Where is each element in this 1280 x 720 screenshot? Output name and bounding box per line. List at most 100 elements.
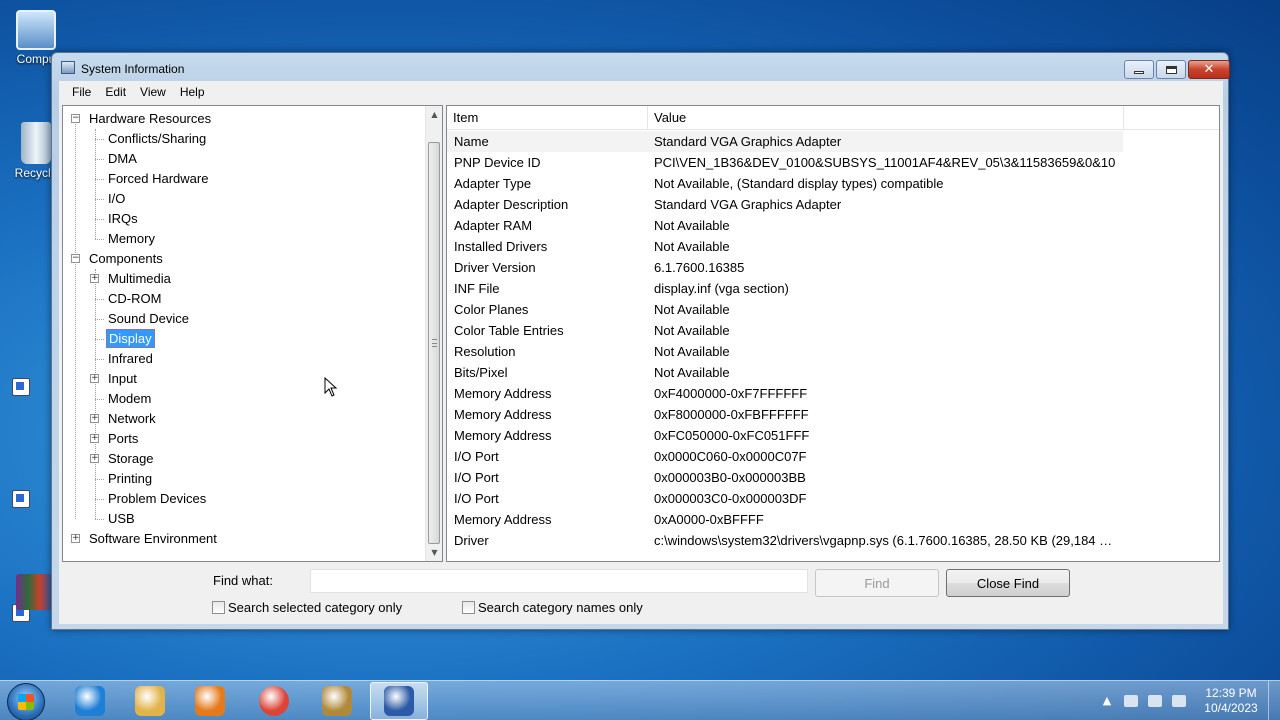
- search-category-names-checkbox[interactable]: Search category names only: [462, 600, 643, 615]
- tree-item[interactable]: Problem Devices: [106, 489, 208, 509]
- column-header-item[interactable]: Item: [447, 106, 648, 130]
- scroll-up-icon[interactable]: ▲: [426, 106, 442, 123]
- tree-item[interactable]: Infrared: [106, 349, 155, 369]
- list-row[interactable]: INF File display.inf (vga section): [447, 278, 1117, 299]
- menu-view[interactable]: View: [133, 85, 173, 99]
- start-button[interactable]: [7, 683, 45, 720]
- tree-item-label: Components: [89, 251, 163, 266]
- item-cell: Driver Version: [454, 260, 536, 275]
- item-cell: Driver: [454, 533, 489, 548]
- search-selected-category-checkbox[interactable]: Search selected category only: [212, 600, 402, 615]
- expand-icon[interactable]: +: [90, 434, 99, 443]
- tree-scrollbar[interactable]: ▲ ▼: [425, 106, 442, 561]
- list-row[interactable]: Adapter Description Standard VGA Graphics…: [447, 194, 1117, 215]
- volume-muted-icon[interactable]: [1172, 695, 1186, 707]
- list-row[interactable]: Adapter Type Not Available, (Standard dis…: [447, 173, 1117, 194]
- maximize-button[interactable]: [1156, 60, 1186, 79]
- tree-item[interactable]: Forced Hardware: [106, 169, 210, 189]
- minimize-button[interactable]: [1124, 60, 1154, 79]
- menu-file[interactable]: File: [65, 85, 98, 99]
- checkbox-label: Search category names only: [478, 600, 643, 615]
- tree-item[interactable]: Storage: [106, 449, 156, 469]
- winrar-icon[interactable]: [16, 574, 52, 610]
- column-header-value[interactable]: Value: [648, 106, 1124, 130]
- value-cell: 0xFC050000-0xFC051FFF: [654, 428, 810, 443]
- tree-item[interactable]: Ports: [106, 429, 140, 449]
- scroll-down-icon[interactable]: ▼: [426, 544, 442, 561]
- list-row[interactable]: Color Table Entries Not Available: [447, 320, 1117, 341]
- list-row[interactable]: I/O Port 0x0000C060-0x0000C07F: [447, 446, 1117, 467]
- expand-icon[interactable]: +: [90, 374, 99, 383]
- list-row[interactable]: Installed Drivers Not Available: [447, 236, 1117, 257]
- tree-item[interactable]: Network: [106, 409, 158, 429]
- close-find-button[interactable]: Close Find: [946, 569, 1070, 597]
- shortcut-icon[interactable]: [12, 490, 30, 508]
- tree-item[interactable]: Input: [106, 369, 139, 389]
- list-row[interactable]: PNP Device ID PCI\VEN_1B36&DEV_0100&SUBSY…: [447, 152, 1117, 173]
- tree-item[interactable]: Software Environment: [87, 529, 219, 549]
- tree-item[interactable]: USB: [106, 509, 137, 529]
- list-row[interactable]: Memory Address 0xA0000-0xBFFFF: [447, 509, 1117, 530]
- menu-help[interactable]: Help: [173, 85, 212, 99]
- list-row[interactable]: I/O Port 0x000003C0-0x000003DF: [447, 488, 1117, 509]
- taskbar-app-internet-explorer[interactable]: [61, 682, 119, 720]
- expand-icon[interactable]: +: [90, 454, 99, 463]
- title-bar[interactable]: System Information ✕: [52, 53, 1230, 81]
- tree-item[interactable]: Hardware Resources: [87, 109, 213, 129]
- tree-item-label: Input: [108, 371, 137, 386]
- list-row[interactable]: I/O Port 0x000003B0-0x000003BB: [447, 467, 1117, 488]
- action-center-icon[interactable]: [1124, 695, 1138, 707]
- tree-item[interactable]: DMA: [106, 149, 139, 169]
- checkbox-box[interactable]: [462, 601, 475, 614]
- taskbar-app-media-player[interactable]: [181, 682, 239, 720]
- list-row[interactable]: Driver Version 6.1.7600.16385: [447, 257, 1117, 278]
- list-row[interactable]: Color Planes Not Available: [447, 299, 1117, 320]
- expand-icon[interactable]: +: [90, 274, 99, 283]
- list-row[interactable]: Driver c:\windows\system32\drivers\vgapnp…: [447, 530, 1117, 551]
- item-cell: INF File: [454, 281, 500, 296]
- tree-item[interactable]: I/O: [106, 189, 127, 209]
- tree-item[interactable]: Sound Device: [106, 309, 191, 329]
- tree-item[interactable]: Components: [87, 249, 165, 269]
- find-what-input[interactable]: [310, 569, 808, 593]
- close-button[interactable]: ✕: [1188, 60, 1230, 79]
- show-hidden-icons-icon[interactable]: ▲: [1100, 695, 1114, 707]
- value-cell: Not Available: [654, 344, 730, 359]
- list-row[interactable]: Memory Address 0xFC050000-0xFC051FFF: [447, 425, 1117, 446]
- shortcut-icon[interactable]: [12, 378, 30, 396]
- tree-item[interactable]: Memory: [106, 229, 157, 249]
- taskbar-app-installer[interactable]: [308, 682, 366, 720]
- category-tree[interactable]: Hardware Resources − Conflicts/Sharing DMA F…: [62, 105, 443, 562]
- tree-item[interactable]: Modem: [106, 389, 153, 409]
- clock[interactable]: 12:39 PM 10/4/2023: [1196, 686, 1266, 716]
- details-list[interactable]: Item Value Name Standard VGA Graphics Ada…: [446, 105, 1220, 562]
- tree-item[interactable]: Conflicts/Sharing: [106, 129, 208, 149]
- checkbox-box[interactable]: [212, 601, 225, 614]
- show-desktop-button[interactable]: [1268, 681, 1280, 720]
- list-row[interactable]: Adapter RAM Not Available: [447, 215, 1117, 236]
- expand-icon[interactable]: +: [90, 414, 99, 423]
- network-icon[interactable]: [1148, 695, 1162, 707]
- list-row[interactable]: Resolution Not Available: [447, 341, 1117, 362]
- list-row[interactable]: Memory Address 0xF8000000-0xFBFFFFFF: [447, 404, 1117, 425]
- list-row[interactable]: Memory Address 0xF4000000-0xF7FFFFFF: [447, 383, 1117, 404]
- find-button[interactable]: Find: [815, 569, 939, 597]
- list-row[interactable]: Bits/Pixel Not Available: [447, 362, 1117, 383]
- tree-item[interactable]: Multimedia: [106, 269, 173, 289]
- tree-item[interactable]: IRQs: [106, 209, 140, 229]
- item-cell: Memory Address: [454, 512, 552, 527]
- menu-edit[interactable]: Edit: [98, 85, 133, 99]
- collapse-icon[interactable]: −: [71, 254, 80, 263]
- tree-item[interactable]: Printing: [106, 469, 154, 489]
- tree-item[interactable]: Display: [106, 329, 155, 349]
- collapse-icon[interactable]: −: [71, 114, 80, 123]
- taskbar-app-chrome[interactable]: [245, 682, 303, 720]
- taskbar-app-file-explorer[interactable]: [121, 682, 179, 720]
- tree-connector: [95, 359, 104, 360]
- tree-item[interactable]: CD-ROM: [106, 289, 163, 309]
- expand-icon[interactable]: +: [71, 534, 80, 543]
- tree-item-label: Network: [108, 411, 156, 426]
- taskbar-app-system-information[interactable]: [370, 682, 428, 720]
- scrollbar-thumb[interactable]: [428, 142, 440, 544]
- list-row[interactable]: Name Standard VGA Graphics Adapter: [447, 131, 1123, 152]
